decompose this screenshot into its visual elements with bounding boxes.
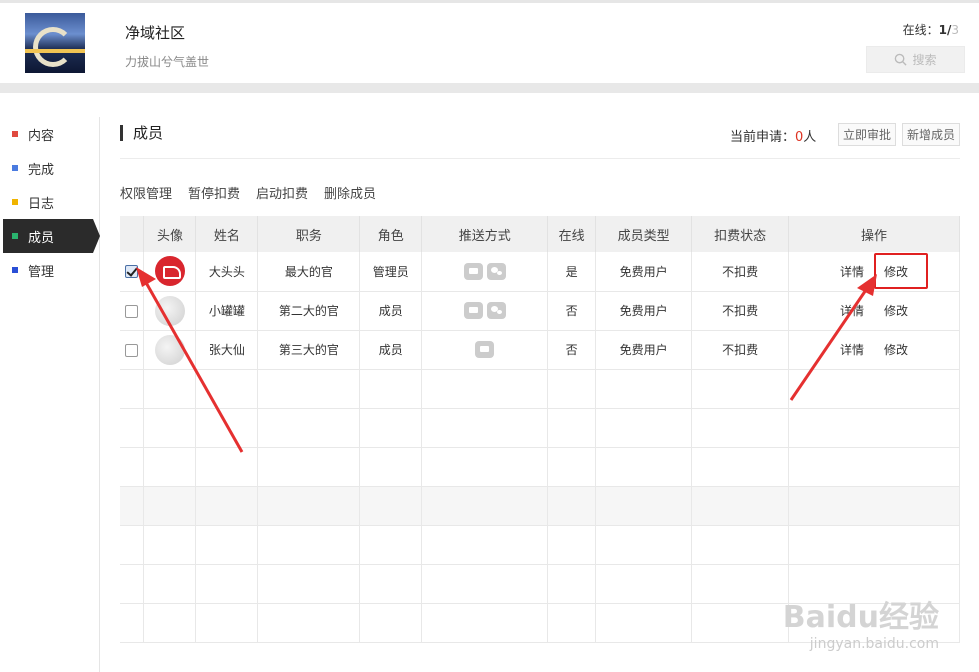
member-role: 管理员 [359, 252, 423, 292]
bullet-icon [12, 199, 18, 205]
member-online: 是 [547, 252, 597, 292]
sidebar-item-done[interactable]: 完成 [0, 151, 100, 185]
search-label: 搜索 [912, 53, 937, 67]
col-header-checkbox [120, 216, 145, 252]
watermark: Baidu经验 jingyan.baidu.com [783, 592, 939, 652]
row-checkbox[interactable] [125, 343, 139, 357]
sidebar-item-content[interactable]: 内容 [0, 117, 100, 151]
member-type: 免费用户 [595, 291, 693, 331]
site-title: 净域社区 [125, 24, 186, 42]
member-name: 张大仙 [195, 330, 259, 370]
online-count: 在线：1/3 [903, 21, 959, 38]
empty-row [120, 525, 960, 565]
col-header-fee: 扣费状态 [691, 216, 790, 252]
sidebar-item-label: 完成 [28, 162, 55, 178]
table-row: 张大仙 第三大的官 成员 否 免费用户 不扣费 详情 修改 [120, 330, 960, 370]
delete-member-link[interactable]: 删除成员 [324, 183, 376, 202]
bulk-actions: 权限管理 暂停扣费 启动扣费 删除成员 [120, 183, 376, 202]
pause-billing-link[interactable]: 暂停扣费 [188, 183, 240, 202]
watermark-brand: Baidu经验 [782, 600, 939, 635]
member-online: 否 [547, 330, 597, 370]
edit-link[interactable]: 修改 [884, 343, 908, 357]
online-current: 1/ [938, 23, 952, 37]
start-billing-link[interactable]: 启动扣费 [256, 183, 308, 202]
member-type: 免费用户 [595, 252, 693, 292]
sidebar: 内容 完成 日志 成员 管理 [0, 117, 100, 672]
member-type: 免费用户 [595, 330, 693, 370]
member-online: 否 [547, 291, 597, 331]
col-header-push: 推送方式 [421, 216, 549, 252]
avatar [154, 256, 185, 287]
member-fee-status: 不扣费 [691, 291, 790, 331]
title-divider [120, 158, 960, 159]
col-header-type: 成员类型 [595, 216, 693, 252]
row-checkbox[interactable] [125, 265, 139, 279]
edit-link[interactable]: 修改 [884, 304, 908, 318]
col-header-avatar: 头像 [143, 216, 197, 252]
sidebar-item-label: 日志 [28, 196, 55, 212]
header-divider [0, 83, 979, 93]
table-row: 小罐罐 第二大的官 成员 否 免费用户 不扣费 详情 修改 [120, 291, 960, 331]
empty-row [120, 408, 960, 448]
message-icon [475, 341, 495, 358]
detail-link[interactable]: 详情 [840, 265, 864, 279]
message-icon [463, 262, 483, 280]
site-header: 净域社区 力拔山兮气盖世 在线：1/3 搜索 [0, 3, 979, 83]
col-header-name: 姓名 [195, 216, 259, 252]
community-logo[interactable] [25, 13, 85, 73]
online-total: 3 [951, 23, 959, 37]
member-role: 成员 [359, 291, 423, 331]
table-header-row: 头像 姓名 职务 角色 推送方式 在线 成员类型 扣费状态 操作 [120, 216, 960, 252]
member-fee-status: 不扣费 [691, 252, 790, 292]
member-name: 大头头 [195, 252, 259, 292]
col-header-position: 职务 [257, 216, 361, 252]
members-table: 头像 姓名 职务 角色 推送方式 在线 成员类型 扣费状态 操作 大头头 最大的… [120, 216, 960, 643]
bullet-icon [12, 267, 18, 273]
avatar [154, 295, 185, 326]
member-position: 第三大的官 [257, 330, 361, 370]
row-checkbox[interactable] [125, 304, 139, 318]
member-role: 成员 [359, 330, 423, 370]
empty-row [120, 486, 960, 526]
bullet-icon [12, 165, 18, 171]
apply-unit: 人 [803, 130, 817, 145]
detail-link[interactable]: 详情 [840, 304, 864, 318]
member-fee-status: 不扣费 [691, 330, 790, 370]
add-member-button[interactable]: 新增成员 [902, 123, 960, 146]
pending-applications: 当前申请：0人 [730, 126, 816, 145]
col-header-online: 在线 [547, 216, 597, 252]
page-title: 成员 [120, 125, 163, 141]
member-position: 第二大的官 [257, 291, 361, 331]
member-position: 最大的官 [257, 252, 361, 292]
watermark-url: jingyan.baidu.com [809, 636, 939, 652]
avatar [154, 334, 185, 365]
search-icon [895, 53, 908, 66]
sidebar-item-members[interactable]: 成员 [3, 219, 100, 253]
wechat-icon [486, 262, 506, 280]
table-row: 大头头 最大的官 管理员 是 免费用户 不扣费 详情 修改 [120, 252, 960, 292]
sidebar-item-manage[interactable]: 管理 [0, 253, 100, 287]
permission-link[interactable]: 权限管理 [120, 183, 172, 202]
bullet-icon [12, 131, 18, 137]
wechat-icon [486, 302, 506, 319]
empty-row [120, 369, 960, 409]
message-icon [463, 302, 483, 319]
online-label: 在线： [902, 23, 939, 37]
approve-button[interactable]: 立即审批 [838, 123, 896, 146]
sidebar-item-label: 成员 [28, 230, 55, 246]
sidebar-item-log[interactable]: 日志 [0, 185, 100, 219]
bullet-icon [12, 233, 18, 239]
search-button[interactable]: 搜索 [866, 46, 965, 73]
detail-link[interactable]: 详情 [840, 343, 864, 357]
site-subtitle: 力拔山兮气盖世 [125, 55, 210, 69]
sidebar-item-label: 管理 [28, 264, 55, 280]
member-name: 小罐罐 [195, 291, 259, 331]
apply-label: 当前申请： [730, 130, 796, 145]
col-header-ops: 操作 [788, 216, 960, 252]
col-header-role: 角色 [359, 216, 423, 252]
sidebar-item-label: 内容 [28, 128, 55, 144]
edit-link[interactable]: 修改 [884, 265, 908, 279]
empty-row [120, 447, 960, 487]
